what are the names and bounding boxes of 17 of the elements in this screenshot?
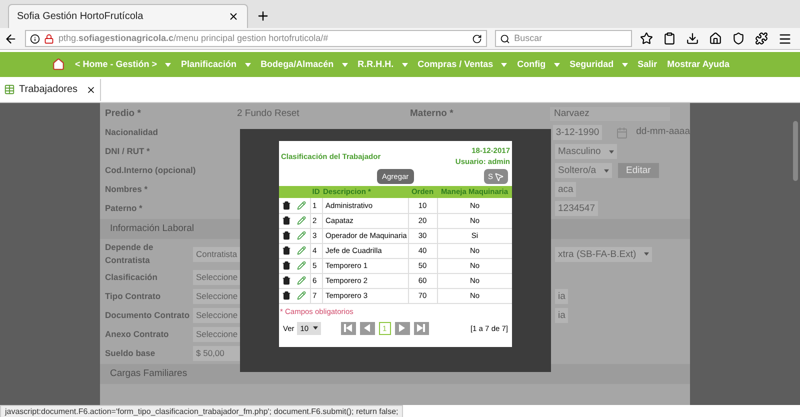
- date-hint: dd-mm-aaaa: [636, 125, 690, 140]
- field-label: Nombres *: [105, 183, 149, 196]
- field-label: Anexo Contrato: [105, 328, 170, 341]
- field-label: Predio *: [105, 106, 142, 121]
- field-label: Paterno *: [105, 202, 144, 215]
- field-label: Depende de Contratista: [105, 241, 154, 267]
- field-label: Documento Contrato: [105, 309, 191, 322]
- field-label: Tipo Contrato: [105, 290, 162, 303]
- field-label: Nacionalidad: [105, 126, 159, 139]
- field-value: 2 Fundo Reset: [237, 106, 300, 121]
- field-label: Cod.Interno (opcional): [105, 164, 193, 177]
- field-label: Sueldo base: [105, 347, 156, 360]
- field-label: Materno *: [410, 106, 454, 121]
- field-label: DNI / RUT *: [105, 145, 151, 158]
- field-value: Narvaez: [550, 106, 670, 122]
- field-label: Clasificación: [105, 271, 158, 284]
- status-text: javascript:document.F6.action='form_tipo_clasificacion_trabajador_fm.php'; document.F6.submit(); return false;: [0, 404, 404, 417]
